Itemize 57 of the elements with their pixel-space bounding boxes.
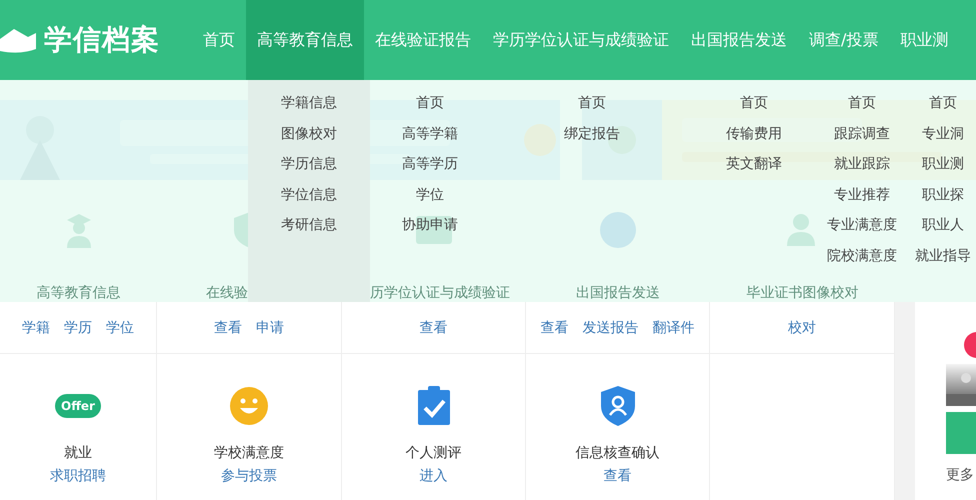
site-logo-text: 学信档案 [44,22,160,58]
service-link[interactable]: 学籍 [22,318,50,336]
more-text: 更多 [945,466,974,484]
service-link[interactable]: 查看 [540,318,568,336]
offer-badge: Offer [55,394,101,418]
dropdown-item[interactable]: 首页 [848,88,876,118]
dropdown-item[interactable]: 图像校对 [281,118,337,149]
card-link[interactable]: 查看 [604,464,632,488]
service-link[interactable]: 申请 [256,318,284,336]
card-link[interactable]: 进入 [420,464,448,488]
service-link[interactable]: 学历 [64,318,92,336]
card-link[interactable]: 求职招聘 [50,464,106,488]
dropdown-item[interactable]: 专业洞 [922,118,964,149]
card-title: 信息核查确认 [576,444,660,463]
dropdown-item[interactable]: 专业满意度 [827,210,897,240]
dropdown-item[interactable]: 高等学历 [402,149,458,180]
dropdown-item[interactable]: 首页 [740,88,768,118]
card-title: 个人测评 [406,444,462,463]
dropdown-item[interactable]: 职业测 [922,149,964,180]
dropdown-item[interactable]: 协助申请 [402,210,458,240]
service-link[interactable]: 学位 [106,318,134,336]
service-link[interactable]: 查看 [420,318,448,336]
dropdown-item[interactable]: 就业指导 [915,240,971,271]
dropdown-item[interactable]: 英文翻译 [726,149,782,180]
dropdown-item[interactable]: 学历信息 [281,149,337,180]
service-link[interactable]: 发送报告 [582,318,638,336]
dropdown-item[interactable]: 学籍信息 [281,88,337,118]
dropdown-item[interactable]: 高等学籍 [402,118,458,149]
card-title: 就业 [64,444,92,463]
dropdown-item[interactable]: 就业跟踪 [834,149,890,180]
dropdown-item[interactable]: 院校满意度 [827,240,897,271]
service-label: 毕业证书图像校对 [746,284,858,302]
service-link[interactable]: 校对 [788,318,816,336]
dropdown-item[interactable]: 专业推荐 [834,180,890,210]
service-label: 在线验 [206,284,249,302]
service-label: 高等教育信息 [36,284,120,302]
smiley-icon [230,387,268,425]
dropdown-item[interactable]: 职业人 [922,210,964,240]
card-link[interactable]: 参与投票 [221,464,277,488]
dropdown-item[interactable]: 职业探 [922,180,964,210]
dropdown-item[interactable]: 首页 [416,88,444,118]
shield-person-icon [600,386,634,426]
service-label: 历学位认证与成绩验证 [369,284,510,302]
dropdown-item[interactable]: 首页 [578,88,606,118]
service-link[interactable]: 翻译件 [652,318,694,336]
service-label: 出国报告发送 [576,284,660,302]
dropdown-item[interactable]: 绑定报告 [564,118,620,149]
action-button[interactable] [946,412,976,454]
dropdown-item[interactable]: 跟踪调查 [834,118,890,149]
dropdown-item[interactable]: 学位 [416,180,444,210]
dropdown-item[interactable]: 首页 [929,88,957,118]
service-link[interactable]: 查看 [214,318,242,336]
card-title: 学校满意度 [214,444,284,463]
dropdown-item[interactable]: 考研信息 [281,210,337,240]
dropdown-item[interactable]: 学位信息 [281,180,337,210]
clipboard-check-icon [416,386,450,426]
dropdown-item[interactable]: 传输费用 [726,118,782,149]
